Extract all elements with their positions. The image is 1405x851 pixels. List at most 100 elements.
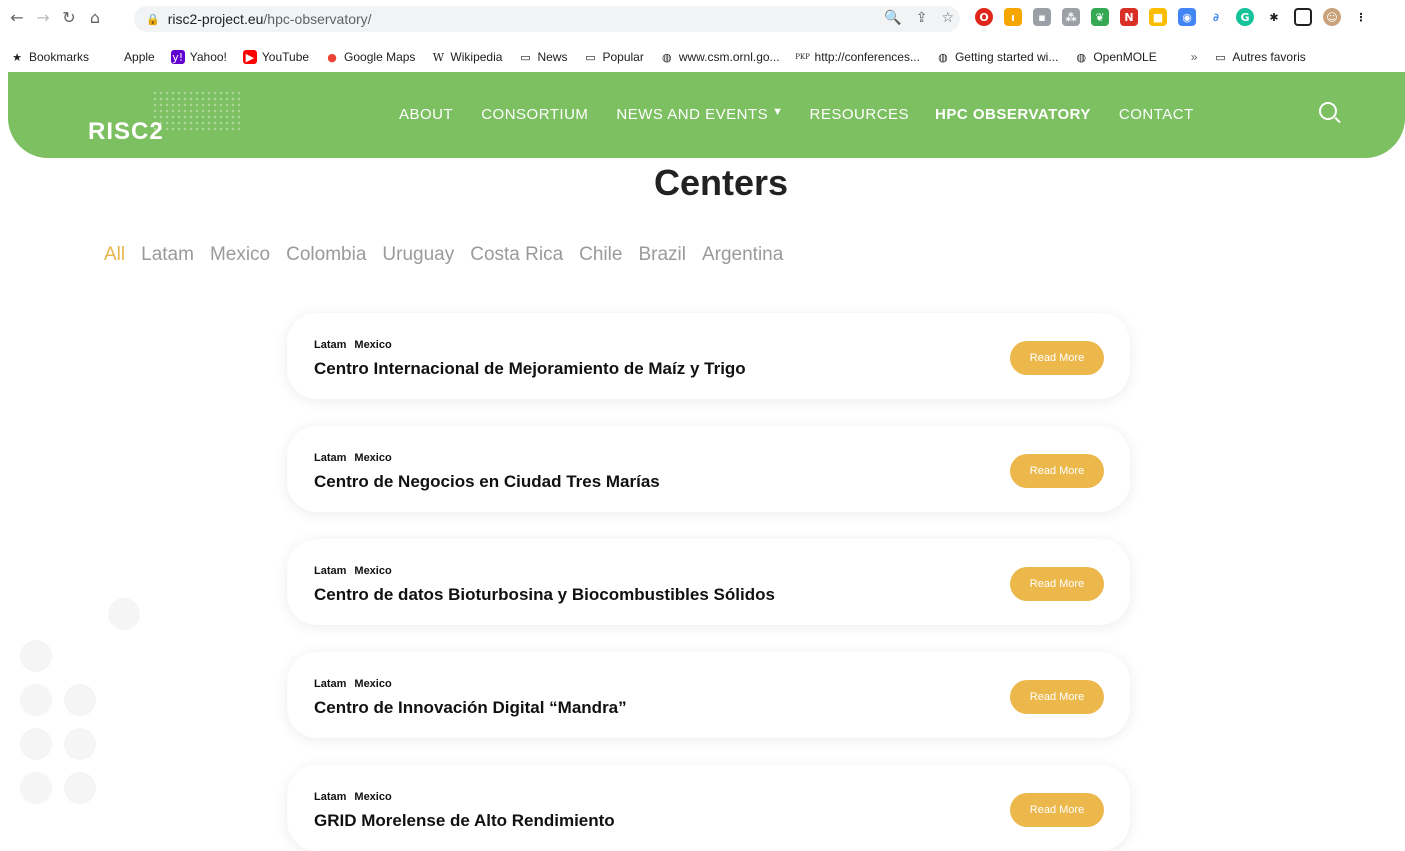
globe-icon: ◍ <box>662 50 672 64</box>
yahoo-icon: y! <box>170 50 185 64</box>
bookmark-getting-started[interactable]: ◍ Getting started wi... <box>936 50 1058 64</box>
card-title[interactable]: Centro de datos Bioturbosina y Biocombus… <box>314 585 775 605</box>
folder-icon: ▭ <box>520 50 531 64</box>
nav-news-and-events[interactable]: NEWS AND EVENTS <box>616 106 768 123</box>
bookmark-label: OpenMOLE <box>1093 50 1157 64</box>
filter-colombia[interactable]: Colombia <box>286 244 366 266</box>
filter-uruguay[interactable]: Uruguay <box>382 244 454 266</box>
risc2-logo[interactable]: RISC2 <box>88 118 164 146</box>
bookmark-openmole[interactable]: ◍ OpenMOLE <box>1074 50 1157 64</box>
bookmarks-bar: ★ Bookmarks Apple y! Yahoo! ▶ YouTube ● Goog… <box>0 46 1405 68</box>
filter-chile[interactable]: Chile <box>579 244 622 266</box>
tag-latam[interactable]: Latam <box>314 339 346 351</box>
nav-resources[interactable]: RESOURCES <box>810 106 910 123</box>
chevron-down-icon[interactable]: ▼ <box>772 106 783 123</box>
tag-mexico[interactable]: Mexico <box>354 339 391 351</box>
leaf-extension-icon[interactable]: ❦ <box>1091 8 1109 26</box>
globe-icon: ◍ <box>938 50 948 64</box>
tag-mexico[interactable]: Mexico <box>354 452 391 464</box>
center-card: Latam Mexico Centro Internacional de Mejo… <box>287 313 1130 399</box>
tag-latam[interactable]: Latam <box>314 452 346 464</box>
bookmark-bookmarks[interactable]: ★ Bookmarks <box>10 50 89 64</box>
opera-icon[interactable]: O <box>975 8 993 26</box>
folder-icon: ▭ <box>585 50 596 64</box>
world-map-dots <box>152 90 242 130</box>
bookmark-wikipedia[interactable]: W Wikipedia <box>431 50 503 64</box>
bookmark-label: Yahoo! <box>189 50 227 64</box>
filter-all[interactable]: All <box>104 244 125 266</box>
filter-latam[interactable]: Latam <box>141 244 194 266</box>
nav-contact[interactable]: CONTACT <box>1119 106 1194 123</box>
filter-argentina[interactable]: Argentina <box>702 244 783 266</box>
bookmark-apple[interactable]: Apple <box>105 50 155 64</box>
center-card: Latam Mexico GRID Morelense de Alto Rendi… <box>287 765 1130 851</box>
bookmark-popular[interactable]: ▭ Popular <box>583 50 644 64</box>
filter-mexico[interactable]: Mexico <box>210 244 270 266</box>
tag-mexico[interactable]: Mexico <box>354 791 391 803</box>
bookmark-label: News <box>537 50 568 64</box>
maps-icon: ● <box>327 50 337 64</box>
bookmark-csm-ornl[interactable]: ◍ www.csm.ornl.go... <box>660 50 780 64</box>
camera-extension-icon[interactable]: ◉ <box>1178 8 1196 26</box>
star-icon: ★ <box>12 50 22 64</box>
browser-toolbar: ← → ↻ ⌂ 🔒 risc2-project.eu/hpc-observato… <box>0 0 1405 36</box>
decorative-dot <box>20 640 52 672</box>
filter-brazil[interactable]: Brazil <box>638 244 686 266</box>
home-icon[interactable]: ⌂ <box>84 8 106 27</box>
nav-about[interactable]: ABOUT <box>399 106 453 123</box>
link-extension-icon[interactable]: ∂ <box>1207 8 1225 26</box>
globe-icon: ◍ <box>1076 50 1087 64</box>
forward-arrow-icon[interactable]: → <box>32 8 54 27</box>
address-bar[interactable]: 🔒 risc2-project.eu/hpc-observatory/ 🔍 ⇪ … <box>134 6 960 32</box>
card-tags: Latam Mexico <box>314 339 400 351</box>
tag-latam[interactable]: Latam <box>314 565 346 577</box>
chart-extension-icon[interactable]: ı <box>1004 8 1022 26</box>
bookmark-star-icon[interactable]: ☆ <box>941 10 954 26</box>
bookmark-yahoo[interactable]: y! Yahoo! <box>170 50 227 64</box>
profile-avatar[interactable]: ☺ <box>1323 8 1341 26</box>
back-arrow-icon[interactable]: ← <box>6 8 28 27</box>
nav-hpc-observatory[interactable]: HPC OBSERVATORY <box>935 106 1091 123</box>
zoom-icon[interactable]: 🔍 <box>884 10 901 26</box>
bookmark-youtube[interactable]: ▶ YouTube <box>242 50 310 64</box>
decorative-dot <box>64 772 96 804</box>
site-header: RISC2 ABOUT CONSORTIUM NEWS AND EVENTS ▼ … <box>8 72 1405 158</box>
share-icon[interactable]: ⇪ <box>916 10 928 26</box>
read-more-button[interactable]: Read More <box>1010 567 1104 601</box>
chat-extension-icon[interactable]: ▪ <box>1033 8 1051 26</box>
tag-latam[interactable]: Latam <box>314 791 346 803</box>
bookmark-autres-favoris[interactable]: ▭ Autres favoris <box>1213 50 1306 64</box>
reload-icon[interactable]: ↻ <box>58 8 80 27</box>
nav-consortium[interactable]: CONSORTIUM <box>481 106 588 123</box>
sidepanel-icon[interactable] <box>1294 8 1312 26</box>
more-bookmarks-chevron[interactable]: » <box>1191 50 1198 64</box>
palette-extension-icon[interactable]: ■ <box>1149 8 1167 26</box>
filter-costa-rica[interactable]: Costa Rica <box>470 244 563 266</box>
card-title[interactable]: Centro de Innovación Digital “Mandra” <box>314 698 627 718</box>
bookmark-conferences[interactable]: PKP http://conferences... <box>795 50 920 64</box>
bookmark-google-maps[interactable]: ● Google Maps <box>325 50 415 64</box>
grammarly-icon[interactable]: G <box>1236 8 1254 26</box>
wikipedia-icon: W <box>432 50 445 64</box>
puzzle-extensions-icon[interactable]: ✱ <box>1265 8 1283 26</box>
card-title[interactable]: Centro Internacional de Mejoramiento de … <box>314 359 746 379</box>
decorative-dot <box>20 728 52 760</box>
bookmark-label: Getting started wi... <box>954 50 1059 64</box>
bookmark-label: YouTube <box>261 50 310 64</box>
menu-kebab-icon[interactable]: ⋮ <box>1352 8 1370 26</box>
bookmark-label: Popular <box>602 50 644 64</box>
search-icon[interactable] <box>1319 102 1337 120</box>
read-more-button[interactable]: Read More <box>1010 680 1104 714</box>
card-title[interactable]: GRID Morelense de Alto Rendimiento <box>314 811 615 831</box>
tag-mexico[interactable]: Mexico <box>354 565 391 577</box>
read-more-button[interactable]: Read More <box>1010 341 1104 375</box>
tag-latam[interactable]: Latam <box>314 678 346 690</box>
main-nav: ABOUT CONSORTIUM NEWS AND EVENTS ▼ RESOUR… <box>399 106 1194 123</box>
tag-mexico[interactable]: Mexico <box>354 678 391 690</box>
lock-icon: 🔒 <box>146 12 160 26</box>
grid-extension-icon[interactable]: ⁂ <box>1062 8 1080 26</box>
notion-extension-icon[interactable]: N <box>1120 8 1138 26</box>
bookmark-news[interactable]: ▭ News <box>518 50 567 64</box>
card-title[interactable]: Centro de Negocios en Ciudad Tres Marías <box>314 472 660 492</box>
read-more-button[interactable]: Read More <box>1010 454 1104 488</box>
